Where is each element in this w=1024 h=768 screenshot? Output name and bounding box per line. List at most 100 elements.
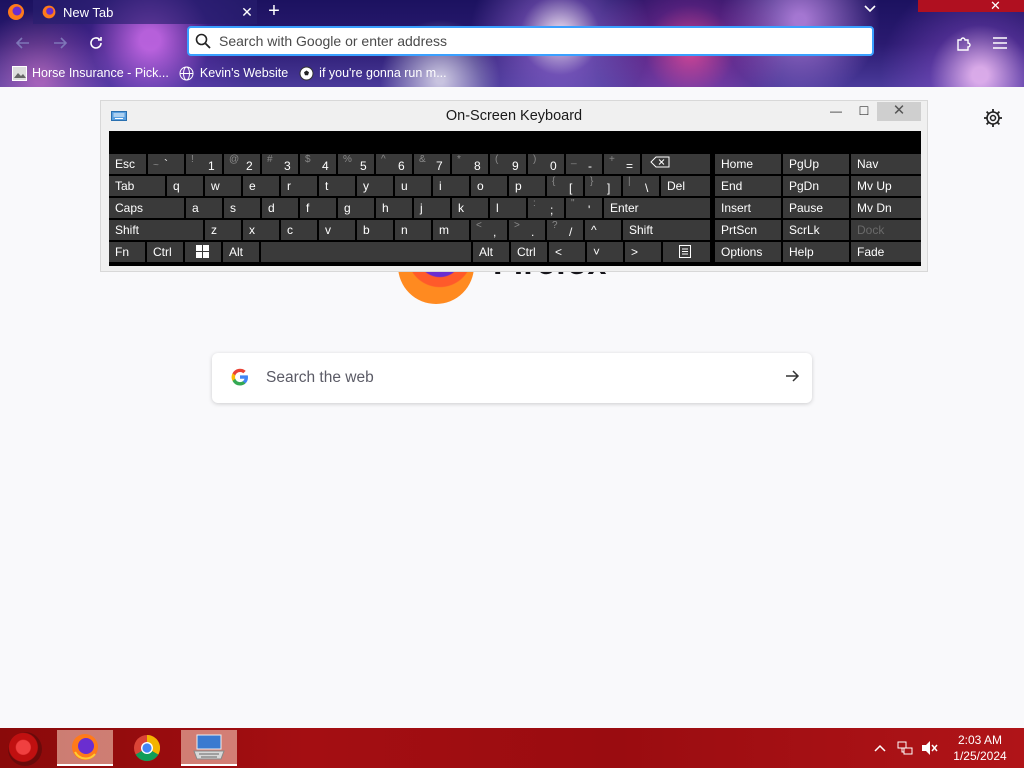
taskbar-chrome[interactable] (119, 730, 175, 766)
key-t[interactable]: t (319, 176, 355, 196)
key-9[interactable]: (9 (490, 154, 526, 174)
key-shift-left[interactable]: Shift (109, 220, 203, 240)
key-e[interactable]: e (243, 176, 279, 196)
key-right[interactable]: > (625, 242, 661, 262)
key-4[interactable]: $4 (300, 154, 336, 174)
key-j[interactable]: j (414, 198, 450, 218)
key-w[interactable]: w (205, 176, 241, 196)
key-z[interactable]: z (205, 220, 241, 240)
new-tab-button[interactable]: + (264, 0, 284, 24)
key-c[interactable]: c (281, 220, 317, 240)
key-semicolon[interactable]: :; (528, 198, 564, 218)
key-f[interactable]: f (300, 198, 336, 218)
key-a[interactable]: a (186, 198, 222, 218)
key-i[interactable]: i (433, 176, 469, 196)
key-period[interactable]: >. (509, 220, 545, 240)
key-esc[interactable]: Esc (109, 154, 146, 174)
key-8[interactable]: * 8 (452, 154, 488, 174)
key-2[interactable]: @2 (224, 154, 260, 174)
key-shift-right[interactable]: Shift (623, 220, 710, 240)
key-slash[interactable]: ? / (547, 220, 583, 240)
key-comma[interactable]: <, (471, 220, 507, 240)
key-pgdn[interactable]: PgDn (783, 176, 849, 196)
key-equals[interactable]: + = (604, 154, 640, 174)
key-b[interactable]: b (357, 220, 393, 240)
key-6[interactable]: ^ 6 (376, 154, 412, 174)
key-scrlk[interactable]: ScrLk (783, 220, 849, 240)
key-dock[interactable]: Dock (851, 220, 921, 240)
key-fade[interactable]: Fade (851, 242, 921, 262)
key-1[interactable]: ! 1 (186, 154, 222, 174)
key-space[interactable] (261, 242, 471, 262)
key-alt-right[interactable]: Alt (473, 242, 509, 262)
volume-tray[interactable] (921, 728, 939, 768)
system-clock[interactable]: 2:03 AM 1/25/2024 (948, 732, 1012, 764)
key-v[interactable]: v (319, 220, 355, 240)
show-hidden-icons[interactable] (874, 728, 886, 768)
key-fn[interactable]: Fn (109, 242, 145, 262)
gear-icon[interactable] (983, 108, 1003, 128)
key-backtick[interactable]: ~ ` (148, 154, 184, 174)
key-m[interactable]: m (433, 220, 469, 240)
key-0[interactable]: ) 0 (528, 154, 564, 174)
key-alt-left[interactable]: Alt (223, 242, 259, 262)
key-up[interactable]: ^ (585, 220, 621, 240)
key-prtscn[interactable]: PrtScn (715, 220, 781, 240)
reload-button[interactable] (84, 31, 108, 55)
key-mv-dn[interactable]: Mv Dn (851, 198, 921, 218)
osk-titlebar[interactable]: On-Screen Keyboard — ☐ ✕ (101, 101, 927, 131)
key-bracket-right[interactable]: }] (585, 176, 621, 196)
key-menu[interactable] (663, 242, 710, 262)
forward-button[interactable] (48, 31, 72, 55)
window-close-icon[interactable]: ✕ (990, 0, 1001, 14)
key-d[interactable]: d (262, 198, 298, 218)
key-backslash[interactable]: | \ (623, 176, 659, 196)
key-end[interactable]: End (715, 176, 781, 196)
key-minus[interactable]: _ - (566, 154, 602, 174)
key-help[interactable]: Help (783, 242, 849, 262)
key-nav[interactable]: Nav (851, 154, 921, 174)
maximize-button[interactable]: ☐ (849, 101, 879, 121)
key-left[interactable]: < (549, 242, 585, 262)
network-tray[interactable] (897, 728, 913, 768)
key-s[interactable]: s (224, 198, 260, 218)
key-y[interactable]: y (357, 176, 393, 196)
key-ctrl-right[interactable]: Ctrl (511, 242, 547, 262)
key-r[interactable]: r (281, 176, 317, 196)
key-7[interactable]: & 7 (414, 154, 450, 174)
web-search-box[interactable]: Search the web (212, 353, 812, 403)
arrow-right-icon[interactable] (772, 368, 812, 389)
key-p[interactable]: p (509, 176, 545, 196)
bookmark-kevins-website[interactable]: Kevin's Website (179, 65, 288, 81)
key-3[interactable]: #3 (262, 154, 298, 174)
key-u[interactable]: u (395, 176, 431, 196)
menu-button[interactable] (988, 31, 1012, 55)
firefox-menu-icon[interactable] (6, 2, 26, 22)
key-bracket-left[interactable]: {[ (547, 176, 583, 196)
key-k[interactable]: k (452, 198, 488, 218)
key-g[interactable]: g (338, 198, 374, 218)
key-tab[interactable]: Tab (109, 176, 165, 196)
key-n[interactable]: n (395, 220, 431, 240)
bookmark-horse-insurance[interactable]: Horse Insurance - Pick... (11, 65, 169, 81)
key-enter[interactable]: Enter (604, 198, 710, 218)
close-button[interactable]: ✕ (877, 102, 921, 121)
taskbar-firefox[interactable] (57, 730, 113, 766)
key-home[interactable]: Home (715, 154, 781, 174)
key-caps[interactable]: Caps (109, 198, 184, 218)
key-del[interactable]: Del (661, 176, 710, 196)
key-windows[interactable] (185, 242, 221, 262)
tab-close-icon[interactable]: ✕ (237, 4, 257, 21)
taskbar-on-screen-keyboard[interactable] (181, 730, 237, 766)
key-ctrl-left[interactable]: Ctrl (147, 242, 183, 262)
address-input[interactable] (211, 33, 872, 49)
key-pgup[interactable]: PgUp (783, 154, 849, 174)
key-h[interactable]: h (376, 198, 412, 218)
key-pause[interactable]: Pause (783, 198, 849, 218)
key-backspace[interactable] (642, 154, 710, 174)
key-l[interactable]: l (490, 198, 526, 218)
key-down[interactable]: ˅ (587, 242, 623, 262)
list-tabs-chevron-icon[interactable] (864, 2, 876, 16)
key-x[interactable]: x (243, 220, 279, 240)
key-o[interactable]: o (471, 176, 507, 196)
